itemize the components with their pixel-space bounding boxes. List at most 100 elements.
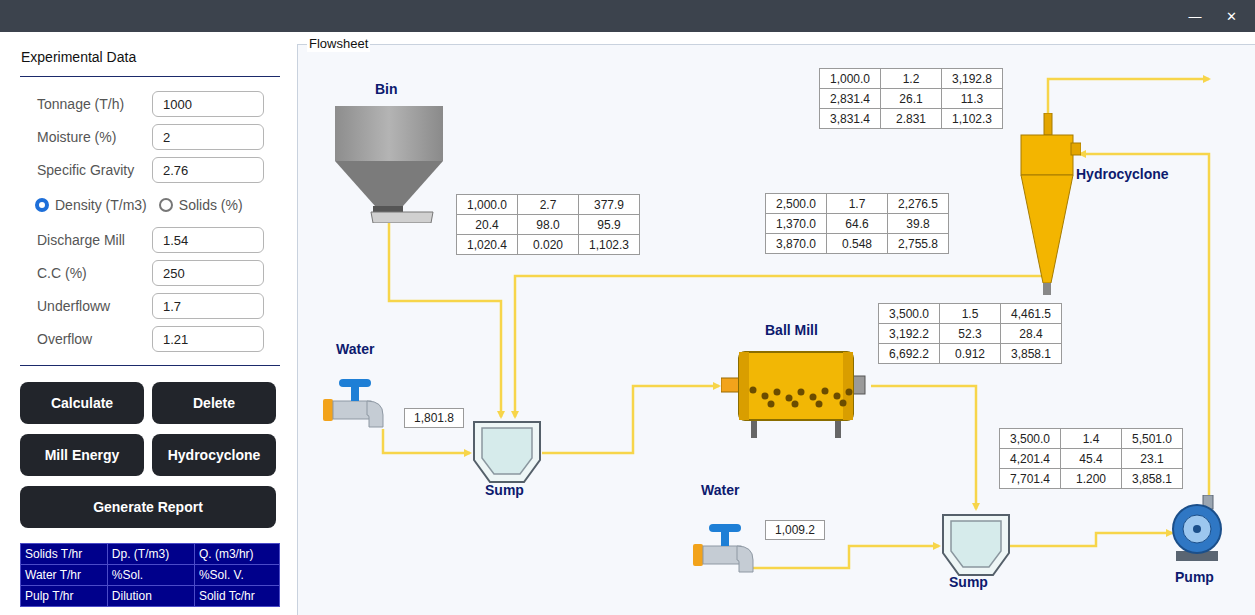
stream-cell: 2,276.5 xyxy=(888,194,949,214)
legend-row: Water T/hr%Sol.%Sol. V. xyxy=(21,565,280,586)
stream-row: 3,870.00.5482,755.8 xyxy=(766,234,949,254)
stream-cell: 3,858.1 xyxy=(1122,469,1183,489)
pump-icon xyxy=(1170,495,1224,561)
stream-cell: 11.3 xyxy=(942,89,1003,109)
cyclone-icon xyxy=(1016,113,1081,295)
radio-circle-icon[interactable] xyxy=(159,198,173,212)
equipment-label: Water xyxy=(336,341,374,358)
sidebar: Experimental DataTonnage (T/h)Moisture (… xyxy=(0,32,290,615)
legend-cell: Dp. (T/m3) xyxy=(107,544,194,565)
stream-cell: 20.4 xyxy=(457,215,518,235)
stream-cell: 3,870.0 xyxy=(766,234,827,254)
legend-row: Pulp T/hrDilutionSolid Tc/hr xyxy=(21,586,280,607)
field-row: Tonnage (T/h) xyxy=(20,91,280,117)
stream-cell: 1,000.0 xyxy=(457,195,518,215)
field-row: Discharge Mill xyxy=(20,227,280,253)
stream-row: 20.498.095.9 xyxy=(457,215,640,235)
stream-row: 1,020.40.0201,102.3 xyxy=(457,235,640,255)
field-label: Specific Gravity xyxy=(37,162,152,178)
stream-cell: 2.7 xyxy=(518,195,579,215)
stream-cell: 1.4 xyxy=(1061,429,1122,449)
stream-row: 3,192.252.328.4 xyxy=(879,324,1062,344)
stream-cell: 52.3 xyxy=(940,324,1001,344)
stream-cell: 2.831 xyxy=(881,109,942,129)
flowsheet-title: Flowsheet xyxy=(307,36,370,52)
stream-cell: 3,500.0 xyxy=(879,304,940,324)
stream-cell: 3,192.2 xyxy=(879,324,940,344)
equipment-label: Ball Mill xyxy=(765,322,818,339)
stream-cell: 2,831.4 xyxy=(820,89,881,109)
field-input[interactable] xyxy=(152,227,264,253)
stream-table: 2,500.01.72,276.51,370.064.639.83,870.00… xyxy=(765,193,949,254)
stream-cell: 2,500.0 xyxy=(766,194,827,214)
action-button[interactable]: Mill Energy xyxy=(20,434,144,476)
stream-row: 4,201.445.423.1 xyxy=(1000,449,1183,469)
stream-cell: 1,370.0 xyxy=(766,214,827,234)
flowsheet-panel: FlowsheetBinWaterSumpBall MillWaterSumpH… xyxy=(297,44,1255,615)
stream-cell: 7,701.4 xyxy=(1000,469,1061,489)
stream-cell: 0.912 xyxy=(940,344,1001,364)
stream-cell: 0.548 xyxy=(827,234,888,254)
stream-row: 2,500.01.72,276.5 xyxy=(766,194,949,214)
action-button[interactable]: Generate Report xyxy=(20,486,276,528)
stream-cell: 26.1 xyxy=(881,89,942,109)
window-control-button[interactable]: ✕ xyxy=(1217,9,1245,24)
stream-table: 3,500.01.45,501.04,201.445.423.17,701.41… xyxy=(999,428,1183,489)
stream-cell: 1,102.3 xyxy=(942,109,1003,129)
action-button[interactable]: Calculate xyxy=(20,382,144,424)
field-input[interactable] xyxy=(152,326,264,352)
field-input[interactable] xyxy=(152,293,264,319)
sump-icon xyxy=(941,513,1011,577)
stream-row: 1,000.01.23,192.8 xyxy=(820,69,1003,89)
field-label: Tonnage (T/h) xyxy=(37,96,152,112)
legend-cell: Solids T/hr xyxy=(21,544,108,565)
stream-cell: 1,102.3 xyxy=(579,235,640,255)
equipment-label: Pump xyxy=(1175,569,1214,586)
stream-cell: 377.9 xyxy=(579,195,640,215)
equipment-label: Hydrocyclone xyxy=(1076,166,1169,183)
stream-cell: 45.4 xyxy=(1061,449,1122,469)
action-button[interactable]: Hydrocyclone xyxy=(152,434,276,476)
tap-icon xyxy=(693,516,759,574)
field-label: Discharge Mill xyxy=(37,232,152,248)
title-bar: —✕ xyxy=(0,0,1255,32)
stream-cell: 1,000.0 xyxy=(820,69,881,89)
legend-table: Solids T/hrDp. (T/m3)Q. (m3/hr)Water T/h… xyxy=(20,543,280,607)
stream-cell: 23.1 xyxy=(1122,449,1183,469)
legend-cell: %Sol. xyxy=(107,565,194,586)
equipment-label: Bin xyxy=(375,81,398,98)
field-input[interactable] xyxy=(152,157,264,183)
radio-circle-icon[interactable] xyxy=(35,198,49,212)
stream-cell: 4,201.4 xyxy=(1000,449,1061,469)
bin-icon xyxy=(335,106,443,223)
tap-icon xyxy=(323,371,389,429)
water-addition-value: 1,009.2 xyxy=(765,520,825,540)
legend-cell: Q. (m3/hr) xyxy=(194,544,279,565)
field-input[interactable] xyxy=(152,260,264,286)
stream-row: 3,500.01.54,461.5 xyxy=(879,304,1062,324)
stream-cell: 1,020.4 xyxy=(457,235,518,255)
field-row: Underfloww xyxy=(20,293,280,319)
water-addition-value: 1,801.8 xyxy=(404,408,464,428)
action-button[interactable]: Delete xyxy=(152,382,276,424)
stream-cell: 5,501.0 xyxy=(1122,429,1183,449)
stream-cell: 95.9 xyxy=(579,215,640,235)
field-row: Specific Gravity xyxy=(20,157,280,183)
field-row: Moisture (%) xyxy=(20,124,280,150)
equipment-label: Water xyxy=(701,482,739,499)
window-control-button[interactable]: — xyxy=(1181,9,1209,24)
stream-cell: 2,755.8 xyxy=(888,234,949,254)
stream-cell: 3,192.8 xyxy=(942,69,1003,89)
field-input[interactable] xyxy=(152,124,264,150)
legend-cell: Dilution xyxy=(107,586,194,607)
radio-option[interactable]: Density (T/m3) xyxy=(35,197,147,213)
mill-icon xyxy=(721,346,871,438)
legend-cell: Water T/hr xyxy=(21,565,108,586)
field-row: C.C (%) xyxy=(20,260,280,286)
app-window: —✕Experimental DataTonnage (T/h)Moisture… xyxy=(0,0,1255,615)
equipment-label: Sump xyxy=(949,574,988,591)
stream-row: 3,500.01.45,501.0 xyxy=(1000,429,1183,449)
radio-option[interactable]: Solids (%) xyxy=(159,197,243,213)
stream-cell: 0.020 xyxy=(518,235,579,255)
field-input[interactable] xyxy=(152,91,264,117)
